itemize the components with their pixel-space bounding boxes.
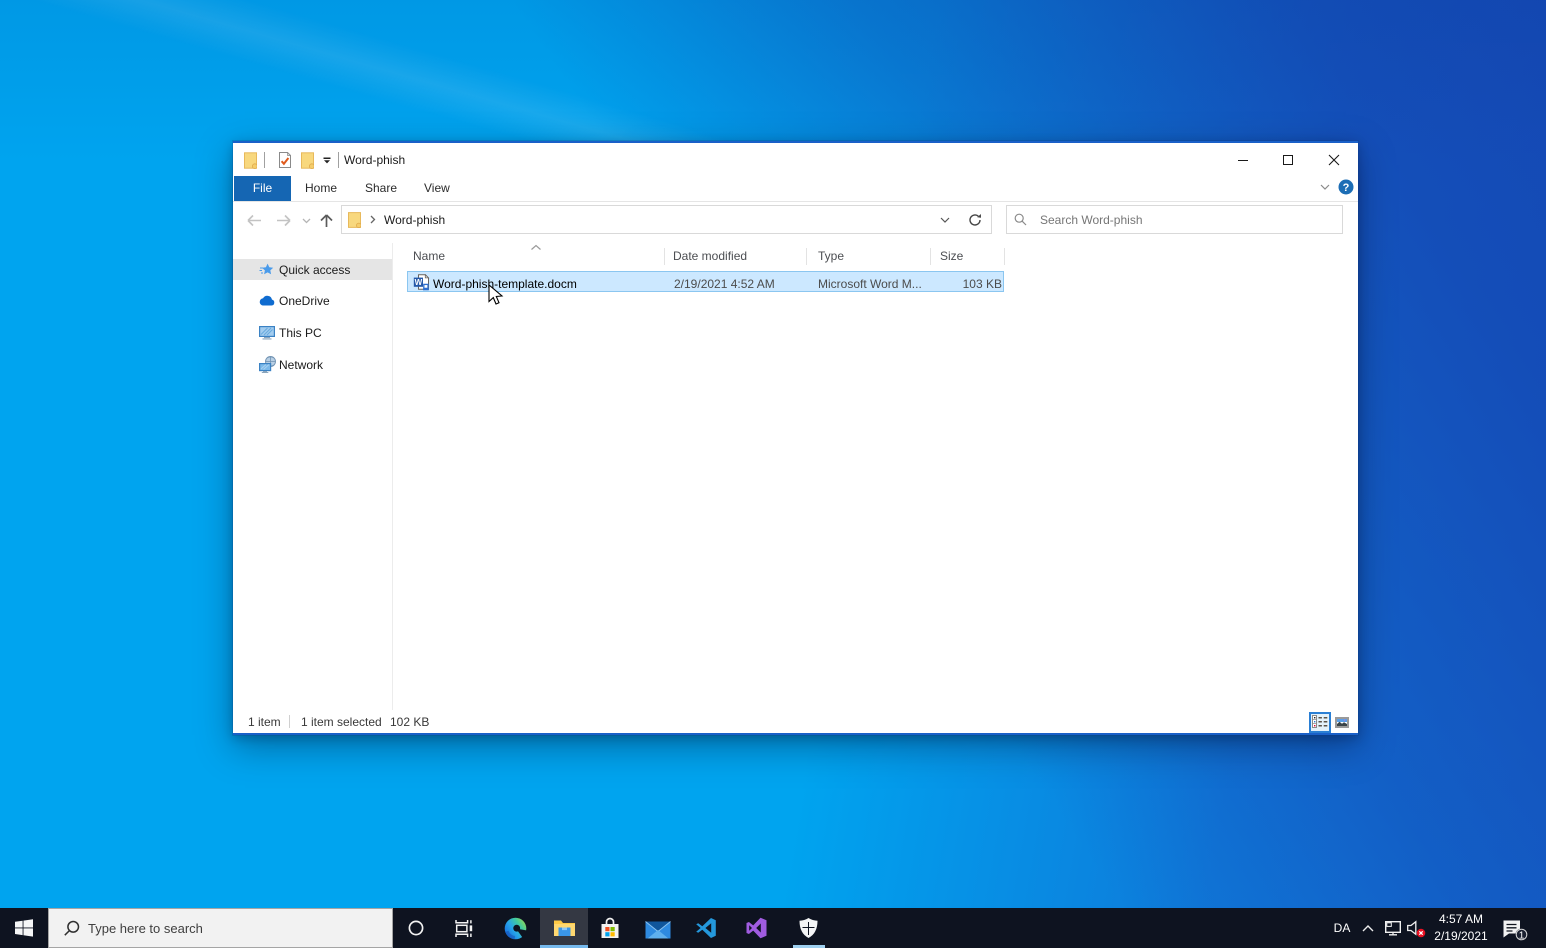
svg-text:W: W	[415, 278, 423, 287]
svg-text:?: ?	[1343, 182, 1350, 194]
svg-text:1: 1	[1519, 930, 1525, 941]
